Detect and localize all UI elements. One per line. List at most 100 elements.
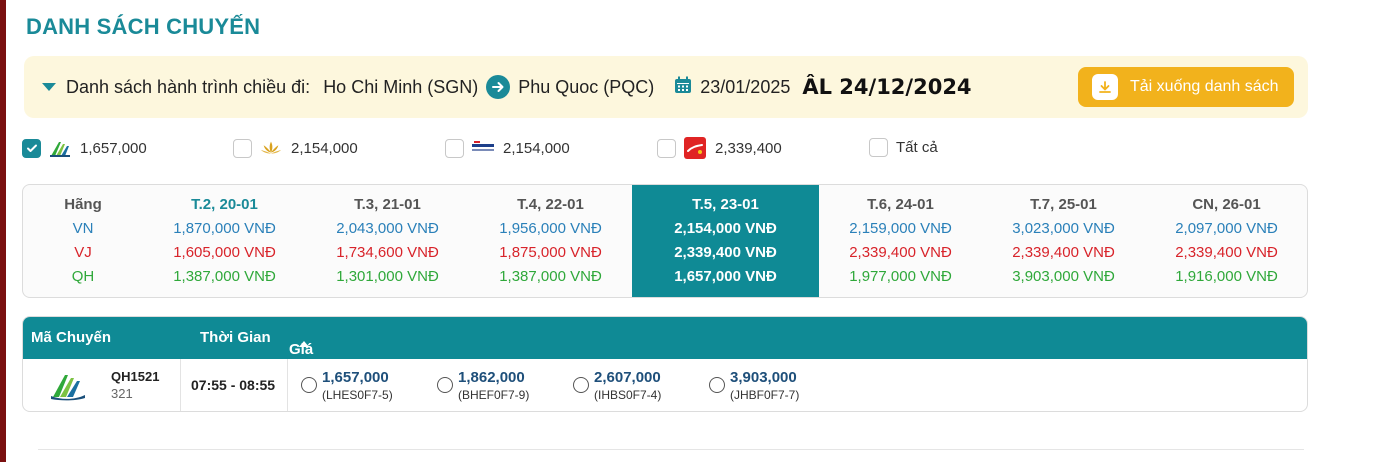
day-column-selected[interactable]: T.5, 23-01 2,154,000 VNĐ 2,339,400 VNĐ 1… <box>632 185 819 297</box>
price-qh: 1,301,000 VNĐ <box>336 268 439 285</box>
fare-option[interactable]: 1,657,000 (LHES0F7-5) <box>301 369 393 403</box>
filter-all-label: Tất cả <box>896 139 938 156</box>
fare-class-code: (IHBS0F7-4) <box>594 388 662 402</box>
itinerary-label: Danh sách hành trình chiều đi: <box>66 76 311 97</box>
table-row[interactable]: QH1521 321 07:55 - 08:55 1,657,000 (LHES… <box>23 359 1307 411</box>
bamboo-airways-logo-icon <box>49 371 87 406</box>
origin-airport: Ho Chi Minh (SGN) <box>323 76 479 97</box>
side-accent-bar <box>0 0 6 462</box>
filter-checkbox[interactable] <box>869 138 888 157</box>
flight-list-table: Mã Chuyến Thời Gian Giá Vé QH1521 321 07… <box>22 316 1308 412</box>
filter-bamboo[interactable]: 1,657,000 <box>22 138 147 158</box>
price-vn: 1,870,000 VNĐ <box>173 220 276 237</box>
itinerary-summary: Danh sách hành trình chiều đi: Ho Chi Mi… <box>66 77 478 98</box>
fare-price: 1,657,000 <box>322 369 389 386</box>
filter-vietjet[interactable]: 2,339,400 <box>657 137 782 159</box>
price-vj: 2,339,400 VNĐ <box>1175 244 1278 261</box>
fare-class-code: (JHBF0F7-7) <box>730 388 800 402</box>
day-column[interactable]: T.6, 24-01 2,159,000 VNĐ 2,339,400 VNĐ 1… <box>819 185 982 297</box>
price-qh: 1,387,000 VNĐ <box>173 268 276 285</box>
filter-checkbox[interactable] <box>445 138 464 158</box>
day-label: T.7, 25-01 <box>1030 196 1097 213</box>
calendar-icon <box>674 76 692 99</box>
cell-divider <box>180 359 181 411</box>
day-label: T.3, 21-01 <box>354 196 421 213</box>
bamboo-airways-logo-icon <box>49 138 71 158</box>
day-column[interactable]: T.3, 21-01 2,043,000 VNĐ 1,734,600 VNĐ 1… <box>306 185 469 297</box>
airline-filters: 1,657,000 2,154,000 2,154,000 2,339,400 <box>22 137 1222 162</box>
price-calendar-grid: Hãng VN VJ QH T.2, 20-01 1,870,000 VNĐ 1… <box>22 184 1308 298</box>
flight-time: 07:55 - 08:55 <box>191 377 276 393</box>
fare-option[interactable]: 2,607,000 (IHBS0F7-4) <box>573 369 661 403</box>
fare-price: 1,862,000 <box>458 369 525 386</box>
fare-class-code: (BHEF0F7-9) <box>458 388 530 402</box>
airline-code-vj: VJ <box>74 244 92 261</box>
divider <box>38 449 1304 450</box>
fare-price: 2,607,000 <box>594 369 661 386</box>
day-label: T.4, 22-01 <box>517 196 584 213</box>
flight-code: QH1521 <box>111 369 160 384</box>
airline-header: Hãng <box>64 196 102 213</box>
filter-pacific-airlines[interactable]: 2,154,000 <box>445 138 570 158</box>
vietjet-logo-icon <box>684 137 706 159</box>
itinerary-banner: Danh sách hành trình chiều đi: Ho Chi Mi… <box>24 56 1308 118</box>
table-header: Mã Chuyến Thời Gian Giá Vé <box>23 317 1307 375</box>
destination-airport: Phu Quoc (PQC) <box>518 76 655 97</box>
filter-checkbox-checked[interactable] <box>22 138 41 158</box>
caret-down-icon[interactable] <box>42 83 56 91</box>
day-label: CN, 26-01 <box>1192 196 1261 213</box>
price-vn: 2,154,000 VNĐ <box>674 220 777 237</box>
day-column[interactable]: T.7, 25-01 3,023,000 VNĐ 2,339,400 VNĐ 3… <box>982 185 1145 297</box>
column-flight-code: Mã Chuyến <box>31 329 112 346</box>
day-label: T.2, 20-01 <box>191 196 258 213</box>
departure-date: 23/01/2025 <box>700 76 791 97</box>
price-qh: 1,977,000 VNĐ <box>849 268 952 285</box>
download-icon <box>1092 74 1118 100</box>
day-column[interactable]: CN, 26-01 2,097,000 VNĐ 2,339,400 VNĐ 1,… <box>1145 185 1307 297</box>
price-vj: 1,875,000 VNĐ <box>499 244 602 261</box>
price-qh: 1,916,000 VNĐ <box>1175 268 1278 285</box>
airline-header-column: Hãng VN VJ QH <box>23 185 143 297</box>
download-list-button[interactable]: Tải xuống danh sách <box>1078 67 1294 107</box>
fare-option[interactable]: 1,862,000 (BHEF0F7-9) <box>437 369 529 403</box>
price-vj: 1,605,000 VNĐ <box>173 244 276 261</box>
price-vn: 3,023,000 VNĐ <box>1012 220 1115 237</box>
price-vn: 2,159,000 VNĐ <box>849 220 952 237</box>
price-qh: 1,657,000 VNĐ <box>674 268 777 285</box>
lunar-date: ÂL 24/12/2024 <box>802 75 972 99</box>
fare-radio[interactable] <box>573 377 589 393</box>
filter-checkbox[interactable] <box>657 138 676 158</box>
pacific-airlines-logo-icon <box>472 138 494 158</box>
price-vn: 2,097,000 VNĐ <box>1175 220 1278 237</box>
price-vn: 1,956,000 VNĐ <box>499 220 602 237</box>
fare-option[interactable]: 3,903,000 (JHBF0F7-7) <box>709 369 799 403</box>
filter-price: 2,339,400 <box>715 139 782 157</box>
cell-divider <box>287 359 288 411</box>
price-qh: 3,903,000 VNĐ <box>1012 268 1115 285</box>
fare-radio[interactable] <box>709 377 725 393</box>
filter-all[interactable]: Tất cả <box>869 138 938 157</box>
price-vn: 2,043,000 VNĐ <box>336 220 439 237</box>
price-qh: 1,387,000 VNĐ <box>499 268 602 285</box>
price-vj: 2,339,400 VNĐ <box>674 244 777 261</box>
fare-class-code: (LHES0F7-5) <box>322 388 393 402</box>
page-title: DANH SÁCH CHUYẾN <box>26 14 261 39</box>
filter-price: 2,154,000 <box>291 139 358 157</box>
page: DANH SÁCH CHUYẾN Danh sách hành trình ch… <box>0 0 1380 462</box>
price-vj: 2,339,400 VNĐ <box>1012 244 1115 261</box>
filter-price: 2,154,000 <box>503 139 570 157</box>
day-column[interactable]: T.4, 22-01 1,956,000 VNĐ 1,875,000 VNĐ 1… <box>469 185 632 297</box>
day-label: T.5, 23-01 <box>692 196 759 213</box>
fare-radio[interactable] <box>301 377 317 393</box>
day-label: T.6, 24-01 <box>867 196 934 213</box>
column-time: Thời Gian <box>200 329 271 346</box>
day-column[interactable]: T.2, 20-01 1,870,000 VNĐ 1,605,000 VNĐ 1… <box>143 185 306 297</box>
aircraft-type: 321 <box>111 386 133 401</box>
filter-checkbox[interactable] <box>233 138 252 158</box>
filter-vietnam-airlines[interactable]: 2,154,000 <box>233 138 358 158</box>
airline-code-qh: QH <box>71 268 95 285</box>
fare-price: 3,903,000 <box>730 369 797 386</box>
sort-asc-icon[interactable] <box>299 341 309 347</box>
fare-radio[interactable] <box>437 377 453 393</box>
download-list-label: Tải xuống danh sách <box>1130 78 1279 95</box>
